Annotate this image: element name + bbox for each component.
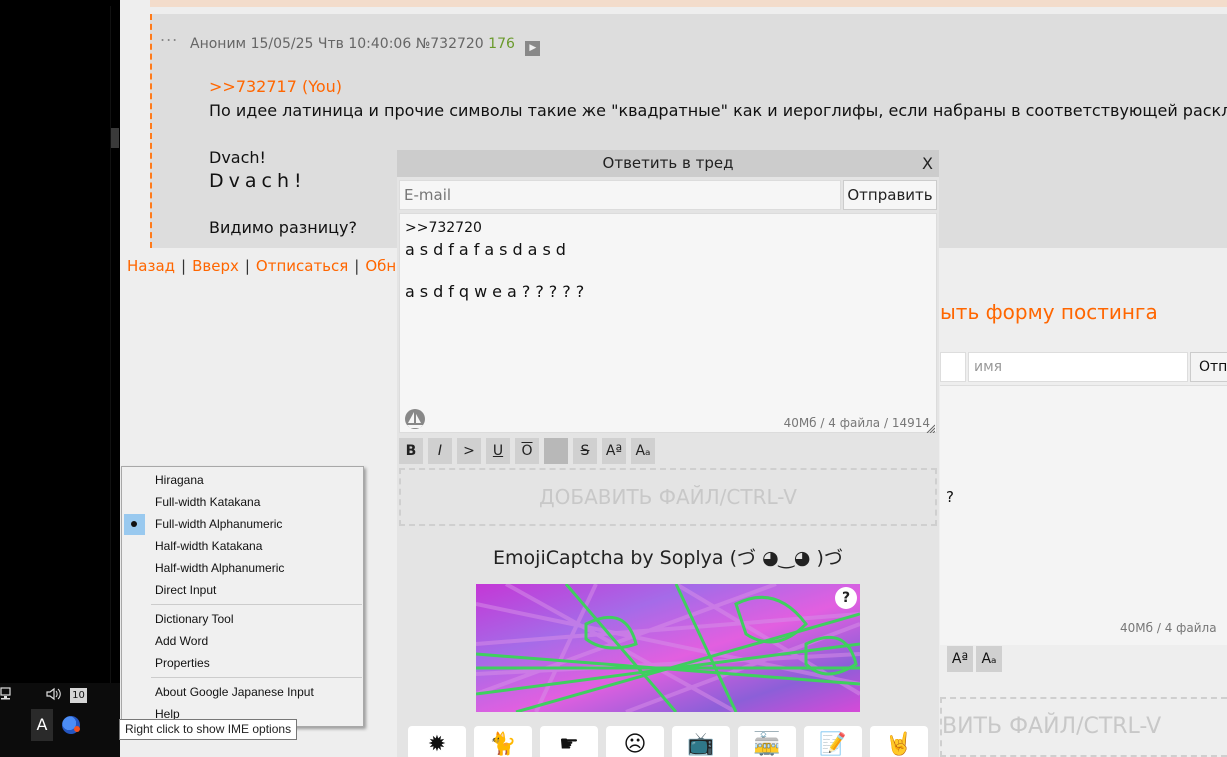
ime-item-half-width-alphanumeric[interactable]: Half-width Alphanumeric: [122, 557, 363, 579]
play-icon[interactable]: ▶: [525, 41, 541, 56]
left-black-strip: [0, 0, 120, 757]
emoji-button[interactable]: ✹: [408, 726, 466, 757]
ime-tooltip: Right click to show IME options: [119, 719, 298, 740]
menu-divider: [151, 604, 362, 605]
resize-grip-icon[interactable]: [925, 421, 936, 434]
underline-button[interactable]: U: [486, 438, 510, 464]
background-upload-zone[interactable]: ВИТЬ ФАЙЛ/CTRL-V: [940, 697, 1227, 757]
google-ime-icon[interactable]: [62, 716, 80, 734]
file-limits: 40Мб / 4 файла / 14914: [783, 416, 930, 430]
ime-item-properties[interactable]: Properties: [122, 652, 363, 674]
emoji-button[interactable]: 🤘: [870, 726, 928, 757]
background-name-field[interactable]: имя: [968, 352, 1188, 382]
close-button[interactable]: X: [922, 150, 933, 177]
ime-context-menu: Hiragana Full-width Katakana Full-width …: [121, 466, 364, 727]
background-email-field[interactable]: [940, 352, 966, 382]
sailboat-icon[interactable]: [404, 408, 426, 430]
modal-title[interactable]: Ответить в тред: [397, 150, 939, 177]
emoji-button[interactable]: 🐈: [474, 726, 532, 757]
captcha-image: [476, 584, 860, 712]
upload-zone[interactable]: ДОБАВИТЬ ФАЙЛ/CTRL-V: [399, 468, 937, 526]
message-line: >>732720: [405, 220, 482, 236]
superscript-button[interactable]: Aª: [602, 438, 626, 464]
message-textarea[interactable]: >>732720 asdfafasdasd asdfqwea????? 40Мб…: [399, 213, 937, 434]
nav-separator: |: [354, 257, 360, 275]
message-line: asdfafasdasd: [405, 240, 571, 259]
post-text-line: По идее латиница и прочие символы такие …: [209, 101, 1227, 120]
emoji-button[interactable]: ☹: [606, 726, 664, 757]
send-button[interactable]: Отправить: [843, 180, 937, 210]
captcha-help-icon[interactable]: ?: [835, 587, 857, 609]
ime-item-dictionary-tool[interactable]: Dictionary Tool: [122, 608, 363, 630]
emoji-button[interactable]: ☛: [540, 726, 598, 757]
italic-button[interactable]: I: [428, 438, 452, 464]
spoiler-button[interactable]: [544, 438, 568, 464]
post-reply-count: 176: [488, 36, 515, 52]
background-subscript-button[interactable]: Aₐ: [976, 646, 1002, 672]
open-post-form-link[interactable]: ыть форму постинга: [940, 300, 1158, 324]
post-text-line: Видимо разницу?: [209, 218, 357, 237]
ime-item-direct-input[interactable]: Direct Input: [122, 579, 363, 601]
nav-separator: |: [244, 257, 250, 275]
previous-post-edge: [150, 0, 1227, 7]
ime-item-half-width-katakana[interactable]: Half-width Katakana: [122, 535, 363, 557]
post-menu-icon[interactable]: ...: [160, 26, 178, 45]
post-text-line: Dvach!: [209, 148, 266, 167]
nav-separator: |: [181, 257, 187, 275]
emoji-button[interactable]: 🚋: [738, 726, 796, 757]
emoji-button[interactable]: 📺: [672, 726, 730, 757]
message-line: asdfqwea?????: [405, 282, 590, 301]
ime-item-about[interactable]: About Google Japanese Input: [122, 681, 363, 703]
reply-link[interactable]: >>732717 (You): [209, 77, 342, 96]
email-field[interactable]: [399, 180, 841, 210]
volume-icon[interactable]: [45, 686, 65, 704]
ime-item-full-width-katakana[interactable]: Full-width Katakana: [122, 491, 363, 513]
ime-item-add-word[interactable]: Add Word: [122, 630, 363, 652]
background-superscript-button[interactable]: Aª: [947, 646, 973, 672]
nav-up-link[interactable]: Вверх: [192, 257, 239, 275]
reply-modal: Ответить в тред X Отправить >>732720 asd…: [397, 150, 939, 757]
background-limits: 40Мб / 4 файла: [1120, 621, 1217, 635]
quote-button[interactable]: >: [457, 438, 481, 464]
tray-badge[interactable]: 10: [70, 688, 87, 703]
thread-nav: Назад|Вверх|Отписаться|Обновить: [127, 257, 442, 275]
scroll-mark: [111, 128, 119, 148]
ime-item-full-width-alphanumeric[interactable]: Full-width Alphanumeric: [122, 513, 363, 535]
background-text: ?: [946, 488, 954, 506]
nav-back-link[interactable]: Назад: [127, 257, 175, 275]
background-message-area[interactable]: [940, 385, 1227, 645]
subscript-button[interactable]: Aₐ: [631, 438, 655, 464]
post-author: Аноним: [190, 36, 247, 52]
emoji-button[interactable]: 📝: [804, 726, 862, 757]
captcha-title: EmojiCaptcha by Soplya (づ ◕‿◕ )づ: [493, 547, 843, 569]
post-number[interactable]: №732720: [416, 36, 484, 52]
menu-divider: [151, 677, 362, 678]
nav-unsubscribe-link[interactable]: Отписаться: [256, 257, 348, 275]
post-header: Аноним 15/05/25 Чтв 10:40:06 №732720 176…: [190, 36, 541, 56]
bold-button[interactable]: B: [399, 438, 423, 464]
network-icon[interactable]: [0, 686, 18, 704]
post-text-line-wide: Dvach!: [209, 170, 307, 192]
left-panel: [0, 6, 111, 683]
ime-mode-button[interactable]: A: [31, 709, 53, 741]
post-datetime: 15/05/25 Чтв 10:40:06: [250, 36, 412, 52]
ime-item-hiragana[interactable]: Hiragana: [122, 469, 363, 491]
overline-button[interactable]: O: [515, 438, 539, 464]
background-send-button[interactable]: Отп: [1190, 352, 1227, 382]
strike-button[interactable]: S: [573, 438, 597, 464]
